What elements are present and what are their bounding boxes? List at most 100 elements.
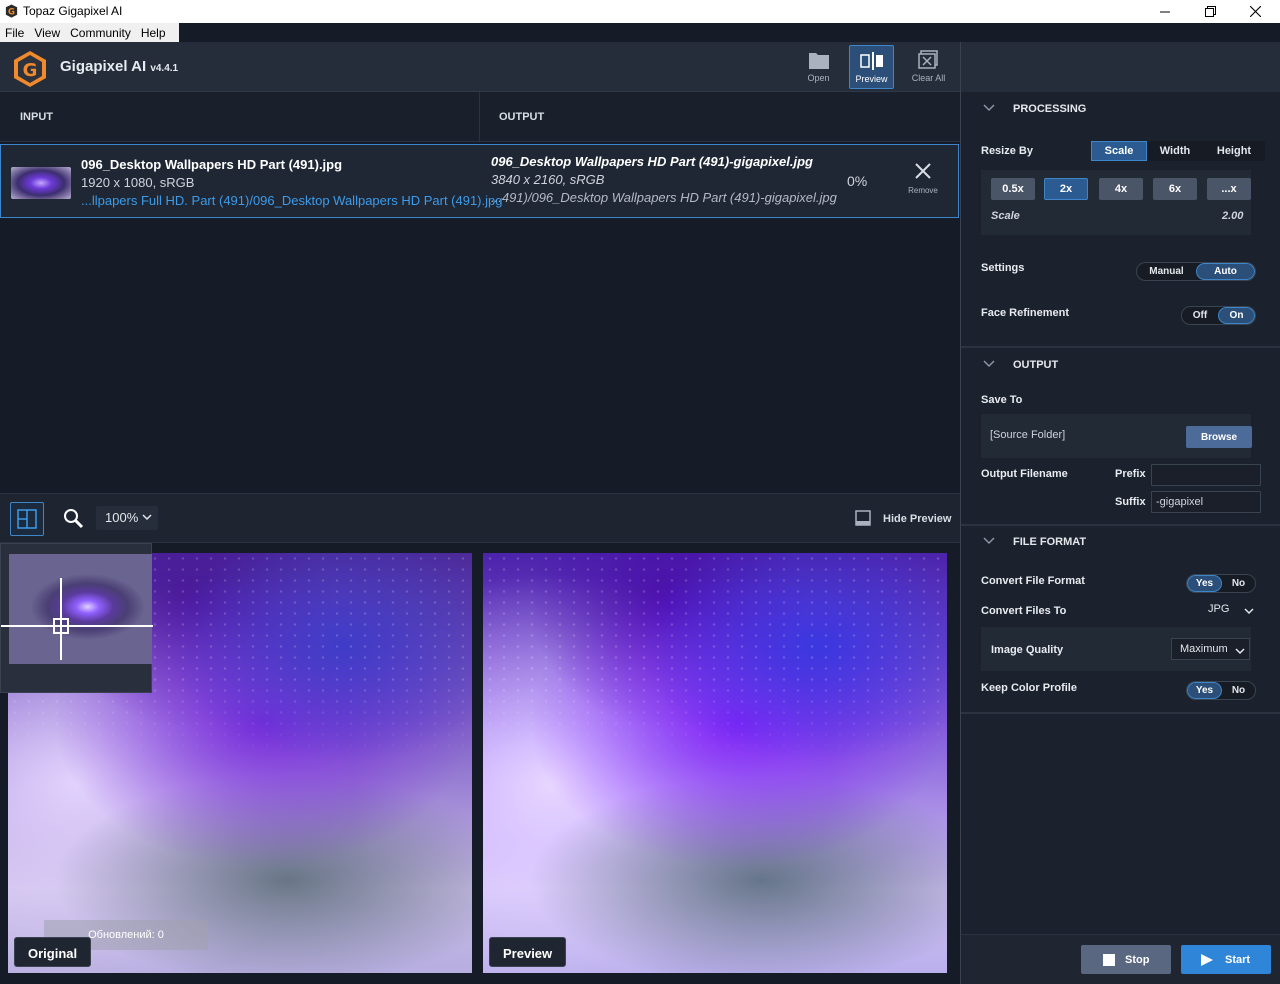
convert-yes[interactable]: Yes xyxy=(1187,575,1222,592)
split-view-toggle[interactable] xyxy=(10,502,44,536)
menu-community[interactable]: Community xyxy=(65,26,136,40)
clear-all-label: Clear All xyxy=(911,73,946,83)
app-header: G Gigapixel AI v4.4.1 Open Preview Clear… xyxy=(0,42,960,92)
output-section-header[interactable]: OUTPUT xyxy=(961,348,1280,382)
prefix-input[interactable] xyxy=(1151,464,1261,486)
navigator-viewport-box[interactable] xyxy=(53,618,69,634)
hide-preview-button[interactable]: Hide Preview xyxy=(883,513,951,525)
keep-color-profile-label: Keep Color Profile xyxy=(981,682,1077,694)
zoom-select[interactable]: 100% xyxy=(96,506,158,530)
resize-tab-scale[interactable]: Scale xyxy=(1091,141,1147,161)
zoom-icon[interactable] xyxy=(63,508,85,530)
browse-button[interactable]: Browse xyxy=(1186,426,1252,448)
scale-option-2x[interactable]: 2x xyxy=(1044,178,1088,200)
settings-manual[interactable]: Manual xyxy=(1137,263,1196,280)
convert-files-to-value: JPG xyxy=(1208,603,1230,615)
preview-button[interactable]: Preview xyxy=(849,45,894,89)
scale-option-4x[interactable]: 4x xyxy=(1099,178,1143,200)
navigator-thumbnail xyxy=(9,554,152,664)
scale-option-0-5x[interactable]: 0.5x xyxy=(991,178,1035,200)
zoom-value: 100% xyxy=(105,510,139,525)
navigator-panel[interactable] xyxy=(0,543,153,693)
resize-tab-width[interactable]: Width xyxy=(1147,141,1203,161)
convert-no[interactable]: No xyxy=(1222,575,1255,592)
resize-by-label: Resize By xyxy=(981,145,1033,157)
play-icon xyxy=(1201,953,1213,966)
settings-panel: PROCESSING Resize By Scale Width Height … xyxy=(960,92,1280,984)
processing-section-header[interactable]: PROCESSING xyxy=(961,92,1280,126)
split-view-icon xyxy=(17,509,37,529)
start-button[interactable]: Start xyxy=(1181,945,1271,974)
settings-auto[interactable]: Auto xyxy=(1195,263,1255,280)
file-format-title: FILE FORMAT xyxy=(1013,536,1087,548)
face-refinement-off[interactable]: Off xyxy=(1182,307,1218,324)
stop-label: Stop xyxy=(1125,953,1150,966)
section-divider xyxy=(961,712,1280,714)
scale-option-6x[interactable]: 6x xyxy=(1153,178,1197,200)
close-icon xyxy=(1249,6,1261,17)
folder-icon xyxy=(808,53,829,69)
scale-option-custom[interactable]: ...x xyxy=(1207,178,1251,200)
stop-button[interactable]: Stop xyxy=(1081,945,1171,974)
save-to-label: Save To xyxy=(981,394,1023,406)
image-quality-value: Maximum xyxy=(1180,643,1228,655)
file-thumbnail xyxy=(11,167,71,199)
chevron-down-icon xyxy=(983,360,995,368)
remove-button[interactable]: Remove xyxy=(901,163,945,195)
settings-toggle: Manual Auto xyxy=(1136,262,1256,281)
resize-tab-height[interactable]: Height xyxy=(1203,141,1265,161)
resize-by-tabs: Scale Width Height xyxy=(1091,141,1265,161)
minimize-button[interactable] xyxy=(1142,0,1188,23)
menu-help[interactable]: Help xyxy=(136,26,171,40)
window-title: Topaz Gigapixel AI xyxy=(23,4,123,18)
chevron-down-icon xyxy=(983,104,995,112)
chevron-down-icon xyxy=(1235,648,1245,655)
close-icon xyxy=(915,163,931,179)
convert-files-to-select[interactable]: JPG xyxy=(1200,599,1258,621)
suffix-label: Suffix xyxy=(1115,496,1146,508)
svg-text:G: G xyxy=(23,60,38,81)
convert-file-format-toggle: Yes No xyxy=(1186,574,1256,593)
open-label: Open xyxy=(807,73,830,83)
convert-file-format-label: Convert File Format xyxy=(981,575,1085,587)
action-footer: Stop Start xyxy=(960,934,1280,984)
restore-button[interactable] xyxy=(1187,0,1233,23)
preview-toolbar: 100% Hide Preview xyxy=(0,493,960,543)
right-header xyxy=(960,42,1280,92)
input-filename: 096_Desktop Wallpapers HD Part (491).jpg xyxy=(81,157,343,172)
input-column-header: INPUT xyxy=(20,111,53,123)
start-label: Start xyxy=(1225,953,1251,966)
open-button[interactable]: Open xyxy=(796,45,841,89)
clear-all-button[interactable]: Clear All xyxy=(906,45,951,89)
settings-label: Settings xyxy=(981,262,1025,274)
keep-color-yes[interactable]: Yes xyxy=(1187,682,1222,699)
suffix-input[interactable]: -gigapixel xyxy=(1151,491,1261,513)
preview-label: Preview xyxy=(489,937,567,967)
progress-percent: 0% xyxy=(847,173,868,189)
chevron-down-icon xyxy=(983,537,995,545)
convert-files-to-label: Convert Files To xyxy=(981,605,1067,617)
menu-file[interactable]: File xyxy=(0,26,29,40)
preview-image[interactable]: Preview xyxy=(483,553,947,973)
keep-color-no[interactable]: No xyxy=(1222,682,1255,699)
close-window-button[interactable] xyxy=(1232,0,1278,23)
output-dimensions: 3840 x 2160, sRGB xyxy=(491,172,605,187)
face-refinement-label: Face Refinement xyxy=(981,307,1070,319)
remove-label: Remove xyxy=(908,186,938,195)
preview-label: Preview xyxy=(855,74,888,84)
restore-icon xyxy=(1204,6,1216,17)
hide-preview-icon[interactable] xyxy=(855,510,871,526)
file-list-empty-area xyxy=(0,219,960,493)
file-format-section-header[interactable]: FILE FORMAT xyxy=(961,525,1280,559)
split-preview-icon xyxy=(859,52,883,70)
input-path-link[interactable]: ...llpapers Full HD. Part (491)/096_Desk… xyxy=(81,193,502,208)
image-quality-select[interactable]: Maximum xyxy=(1171,638,1250,660)
scale-value: 2.00 xyxy=(1222,210,1244,222)
gigapixel-app-icon: G xyxy=(5,4,18,18)
menu-view[interactable]: View xyxy=(29,26,65,40)
column-divider xyxy=(479,92,480,142)
face-refinement-on[interactable]: On xyxy=(1217,307,1255,324)
prefix-label: Prefix xyxy=(1115,468,1146,480)
output-title: OUTPUT xyxy=(1013,359,1059,371)
file-row[interactable]: 096_Desktop Wallpapers HD Part (491).jpg… xyxy=(0,144,959,218)
